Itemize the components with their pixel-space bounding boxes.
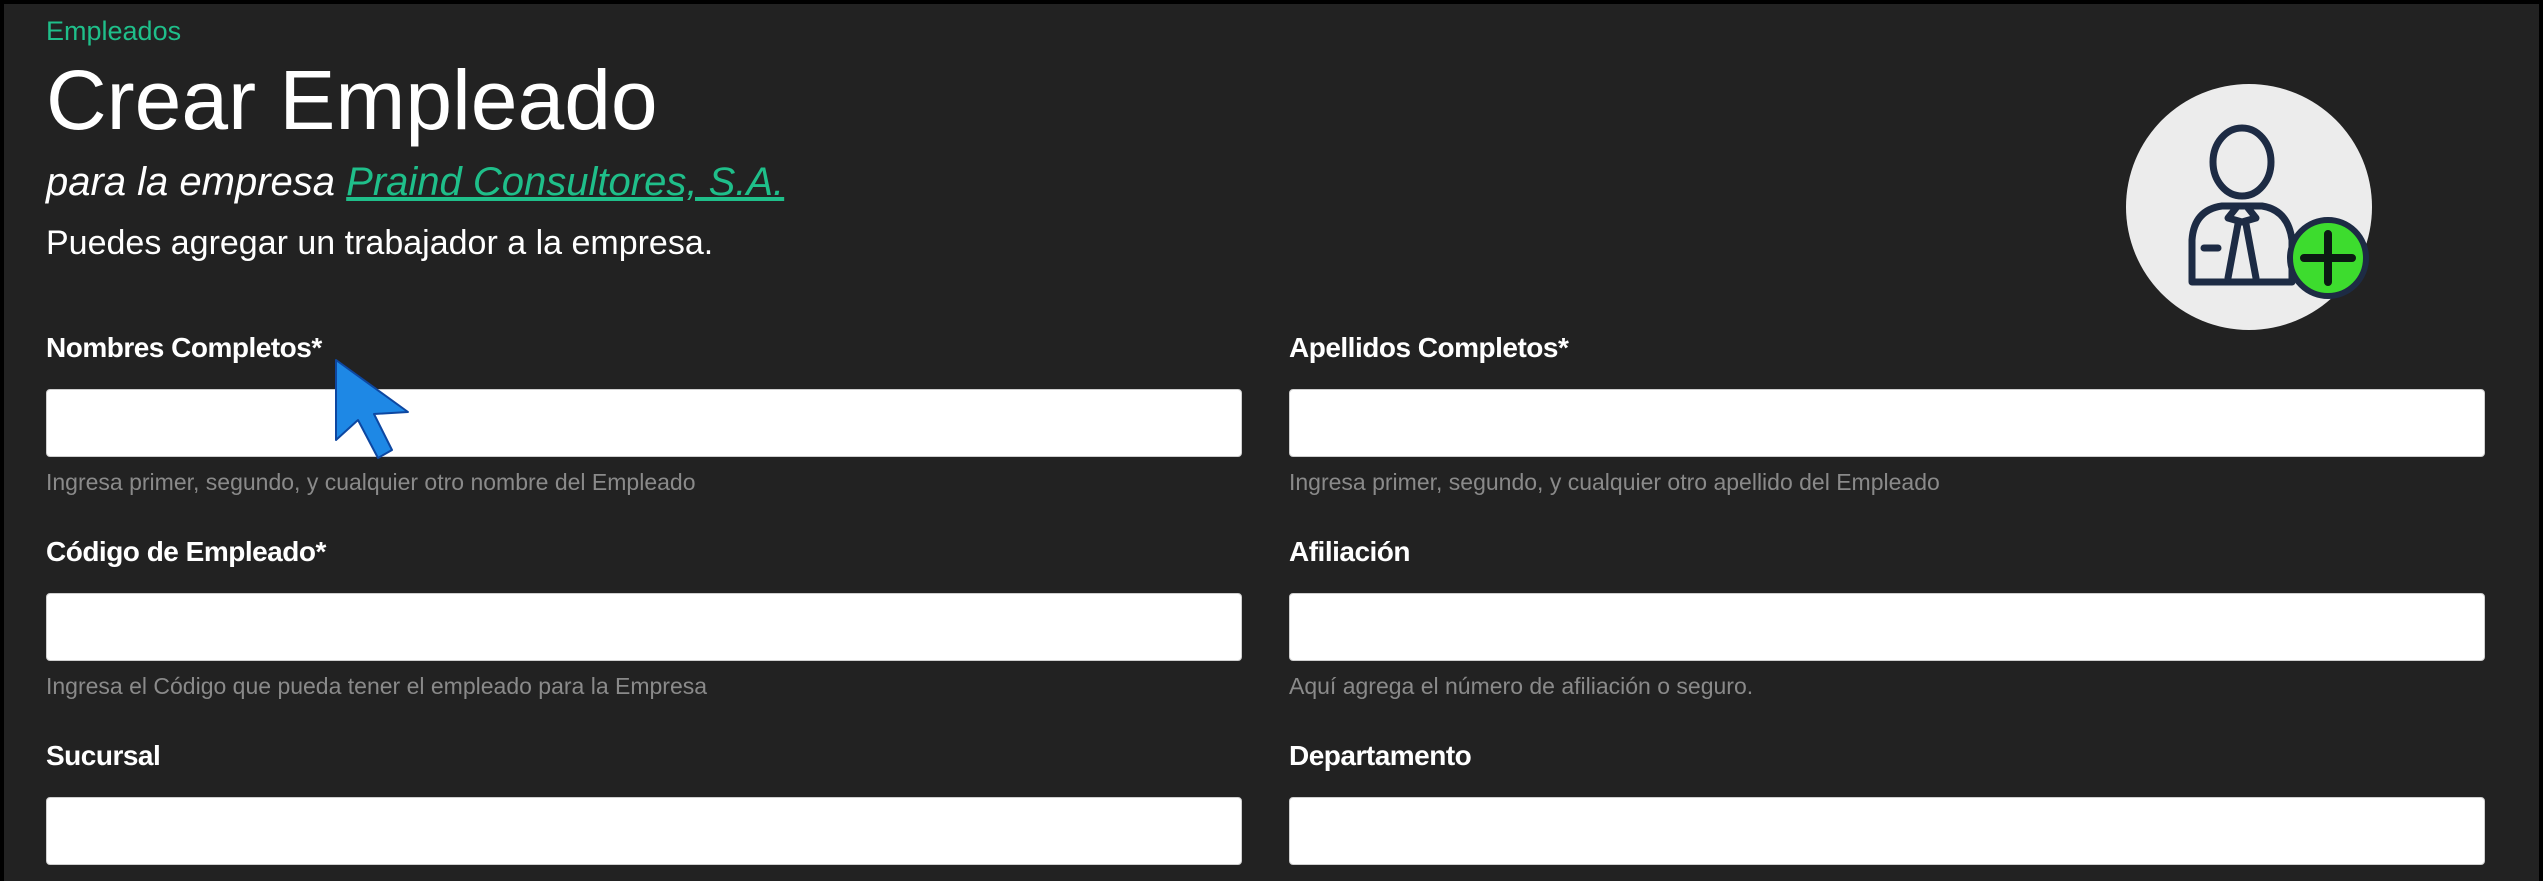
apellidos-input[interactable] <box>1289 389 2485 457</box>
apellidos-label: Apellidos Completos* <box>1289 332 1569 363</box>
subtitle-prefix: para la empresa <box>46 160 336 204</box>
sucursal-field: Sucursal <box>46 740 1246 865</box>
afiliacion-input[interactable] <box>1289 593 2485 661</box>
codigo-label: Código de Empleado* <box>46 536 326 567</box>
breadcrumb-empleados[interactable]: Empleados <box>46 16 181 47</box>
afiliacion-field: Afiliación Aquí agrega el número de afil… <box>1289 536 2489 700</box>
page-frame: Empleados Crear Empleado para la empresa… <box>4 4 2539 881</box>
departamento-input[interactable] <box>1289 797 2485 865</box>
afiliacion-label: Afiliación <box>1289 536 1411 567</box>
departamento-field: Departamento <box>1289 740 2489 865</box>
codigo-help: Ingresa el Código que pueda tener el emp… <box>46 673 708 699</box>
page-subtitle: para la empresa Praind Consultores, S.A. <box>46 160 784 205</box>
nombres-help: Ingresa primer, segundo, y cualquier otr… <box>46 469 696 495</box>
afiliacion-help: Aquí agrega el número de afiliación o se… <box>1289 673 1754 699</box>
company-link[interactable]: Praind Consultores, S.A. <box>346 160 784 204</box>
add-employee-icon <box>2126 84 2372 330</box>
nombres-input[interactable] <box>46 389 1242 457</box>
codigo-field: Código de Empleado* Ingresa el Código qu… <box>46 536 1246 700</box>
sucursal-label: Sucursal <box>46 740 161 771</box>
departamento-label: Departamento <box>1289 740 1472 771</box>
sucursal-input[interactable] <box>46 797 1242 865</box>
codigo-input[interactable] <box>46 593 1242 661</box>
apellidos-help: Ingresa primer, segundo, y cualquier otr… <box>1289 469 1940 495</box>
apellidos-field: Apellidos Completos* Ingresa primer, seg… <box>1289 332 2489 496</box>
nombres-label: Nombres Completos* <box>46 332 322 363</box>
page-title: Crear Empleado <box>46 53 658 147</box>
nombres-field: Nombres Completos* Ingresa primer, segun… <box>46 332 1246 496</box>
page-description: Puedes agregar un trabajador a la empres… <box>46 224 714 262</box>
